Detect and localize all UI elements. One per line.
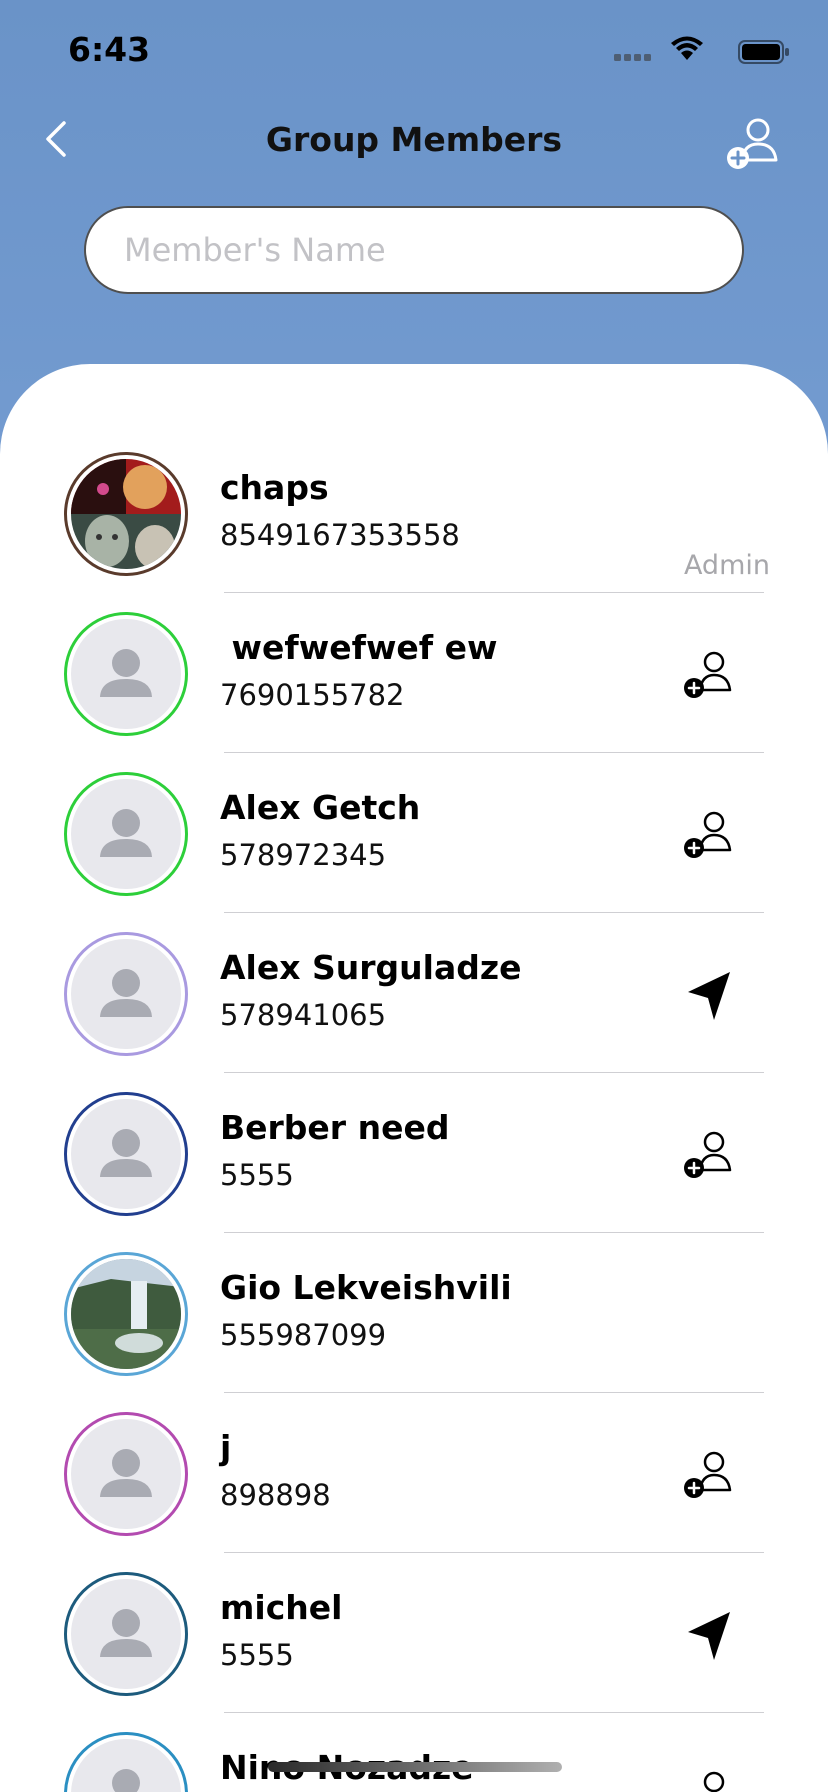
person-placeholder-icon xyxy=(112,1769,140,1792)
member-name: wefwefwef ew xyxy=(220,628,498,667)
status-time: 6:43 xyxy=(68,30,151,69)
member-row[interactable]: Alex Getch 578972345 xyxy=(0,684,828,913)
member-row[interactable]: j 898898 xyxy=(0,1324,828,1553)
add-member-button[interactable] xyxy=(724,114,784,174)
search-box[interactable] xyxy=(84,206,744,294)
home-indicator[interactable] xyxy=(268,1762,562,1772)
member-row[interactable]: michel 5555 xyxy=(0,1484,828,1713)
member-name: Alex Getch xyxy=(220,788,421,827)
avatar xyxy=(64,1732,188,1792)
wifi-icon xyxy=(671,36,703,60)
add-to-contacts-button[interactable] xyxy=(682,1768,738,1792)
member-search-input[interactable] xyxy=(124,231,742,269)
avatar-placeholder xyxy=(71,1739,181,1792)
member-name: Berber need xyxy=(220,1108,450,1147)
status-icons xyxy=(600,36,790,66)
member-name: j xyxy=(220,1428,232,1467)
member-name: michel xyxy=(220,1588,343,1627)
members-list: chaps 8549167353558 Admin wefwefwef ew 7… xyxy=(0,364,828,1792)
add-user-icon xyxy=(703,1771,725,1792)
member-name: chaps xyxy=(220,468,329,507)
member-row[interactable]: wefwefwef ew 7690155782 xyxy=(0,524,828,753)
member-row[interactable]: Alex Surguladze 578941065 xyxy=(0,844,828,1073)
member-row[interactable]: Gio Lekveishvili 555987099 xyxy=(0,1164,828,1393)
member-name: Gio Lekveishvili xyxy=(220,1268,512,1307)
member-row[interactable]: Berber need 5555 xyxy=(0,1004,828,1233)
cellular-signal-icon xyxy=(614,54,651,61)
page-title: Group Members xyxy=(265,120,563,159)
navigation-bar: Group Members xyxy=(0,100,828,190)
add-user-icon xyxy=(727,118,778,169)
member-name: Alex Surguladze xyxy=(220,948,522,987)
status-bar: 6:43 xyxy=(0,0,828,100)
battery-icon xyxy=(738,40,789,64)
member-row[interactable]: chaps 8549167353558 Admin xyxy=(0,364,828,593)
